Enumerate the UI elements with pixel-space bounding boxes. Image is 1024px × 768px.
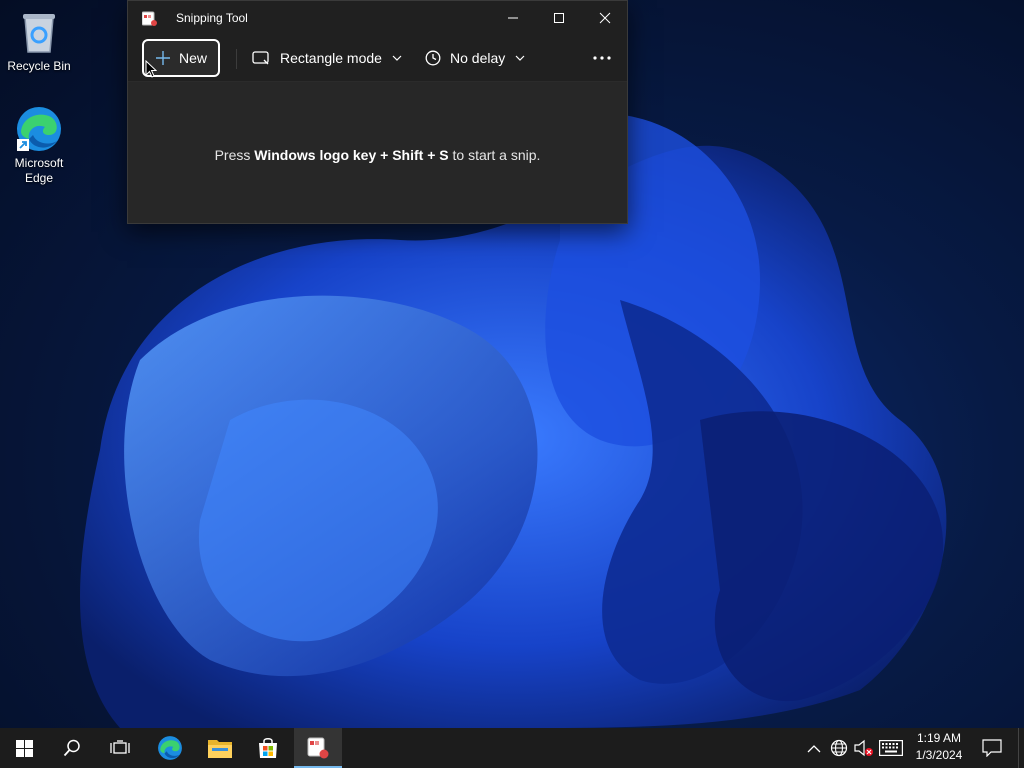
hint-shortcut: Windows logo key + Shift + S bbox=[254, 147, 449, 163]
network-button[interactable] bbox=[830, 739, 848, 762]
clock-time: 1:19 AM bbox=[916, 731, 962, 745]
search-icon bbox=[63, 739, 80, 757]
task-view-button[interactable] bbox=[96, 728, 144, 768]
chevron-down-icon bbox=[515, 55, 525, 61]
mouse-cursor-icon bbox=[145, 60, 157, 78]
show-desktop-button[interactable] bbox=[1018, 728, 1024, 768]
snip-canvas-area: Press Windows logo key + Shift + S to st… bbox=[128, 82, 627, 223]
new-label: New bbox=[179, 50, 208, 66]
delay-label: No delay bbox=[450, 50, 506, 66]
chevron-up-icon bbox=[807, 745, 821, 753]
system-clock[interactable]: 1:19 AM 1/3/2024 bbox=[908, 730, 970, 764]
minimize-icon bbox=[508, 17, 518, 19]
taskbar: 1:19 AM 1/3/2024 bbox=[0, 728, 1024, 768]
clock-date: 1/3/2024 bbox=[915, 748, 963, 762]
snipping-tool-window: Snipping Tool New Rectangle mode No dela… bbox=[127, 0, 628, 224]
more-options-icon bbox=[593, 56, 611, 60]
notifications-button[interactable] bbox=[982, 739, 1002, 762]
taskbar-file-explorer-button[interactable] bbox=[196, 728, 244, 768]
show-hidden-icons-button[interactable] bbox=[807, 741, 821, 759]
close-icon bbox=[599, 12, 611, 24]
start-button[interactable] bbox=[0, 728, 48, 768]
keyboard-icon bbox=[879, 740, 903, 757]
clock-icon bbox=[425, 50, 441, 66]
desktop-icon-label: Recycle Bin bbox=[7, 59, 71, 73]
maximize-button[interactable] bbox=[536, 1, 582, 35]
snipping-tool-icon bbox=[307, 737, 329, 759]
maximize-icon bbox=[554, 13, 564, 23]
volume-button[interactable] bbox=[854, 739, 874, 762]
globe-icon bbox=[830, 739, 848, 757]
rectangle-mode-icon bbox=[252, 51, 269, 65]
delay-dropdown[interactable]: No delay bbox=[425, 47, 525, 69]
window-title: Snipping Tool bbox=[176, 11, 248, 25]
hint-prefix: Press bbox=[214, 147, 255, 163]
desktop-icon-microsoft-edge[interactable]: Microsoft Edge bbox=[1, 105, 77, 186]
taskbar-snipping-tool-button[interactable] bbox=[294, 728, 342, 768]
toolbar-divider bbox=[236, 49, 237, 69]
taskbar-edge-button[interactable] bbox=[146, 728, 194, 768]
close-button[interactable] bbox=[582, 1, 628, 35]
shortcut-hint: Press Windows logo key + Shift + S to st… bbox=[128, 147, 627, 163]
snipping-tool-app-icon bbox=[141, 11, 158, 27]
minimize-button[interactable] bbox=[490, 1, 536, 35]
task-view-icon bbox=[110, 740, 130, 754]
edge-icon bbox=[158, 736, 182, 760]
taskbar-store-button[interactable] bbox=[244, 728, 292, 768]
title-bar[interactable]: Snipping Tool bbox=[128, 1, 627, 35]
plus-icon bbox=[156, 51, 170, 65]
desktop-icon-label: Microsoft Edge bbox=[14, 156, 64, 185]
notification-icon bbox=[982, 739, 1002, 758]
touch-keyboard-button[interactable] bbox=[879, 740, 903, 761]
see-more-button[interactable] bbox=[588, 47, 616, 69]
file-explorer-icon bbox=[208, 740, 232, 758]
windows-start-icon bbox=[15, 739, 33, 757]
hint-suffix: to start a snip. bbox=[448, 147, 541, 163]
chevron-down-icon bbox=[392, 55, 402, 61]
volume-muted-icon bbox=[854, 739, 873, 757]
edge-icon bbox=[15, 105, 63, 153]
recycle-bin-icon bbox=[15, 8, 63, 56]
snip-mode-label: Rectangle mode bbox=[280, 50, 382, 66]
store-icon bbox=[259, 738, 277, 758]
toolbar: New Rectangle mode No delay bbox=[128, 35, 627, 82]
snip-mode-dropdown[interactable]: Rectangle mode bbox=[252, 47, 402, 69]
search-button[interactable] bbox=[48, 728, 96, 768]
desktop-icon-recycle-bin[interactable]: Recycle Bin bbox=[1, 8, 77, 74]
